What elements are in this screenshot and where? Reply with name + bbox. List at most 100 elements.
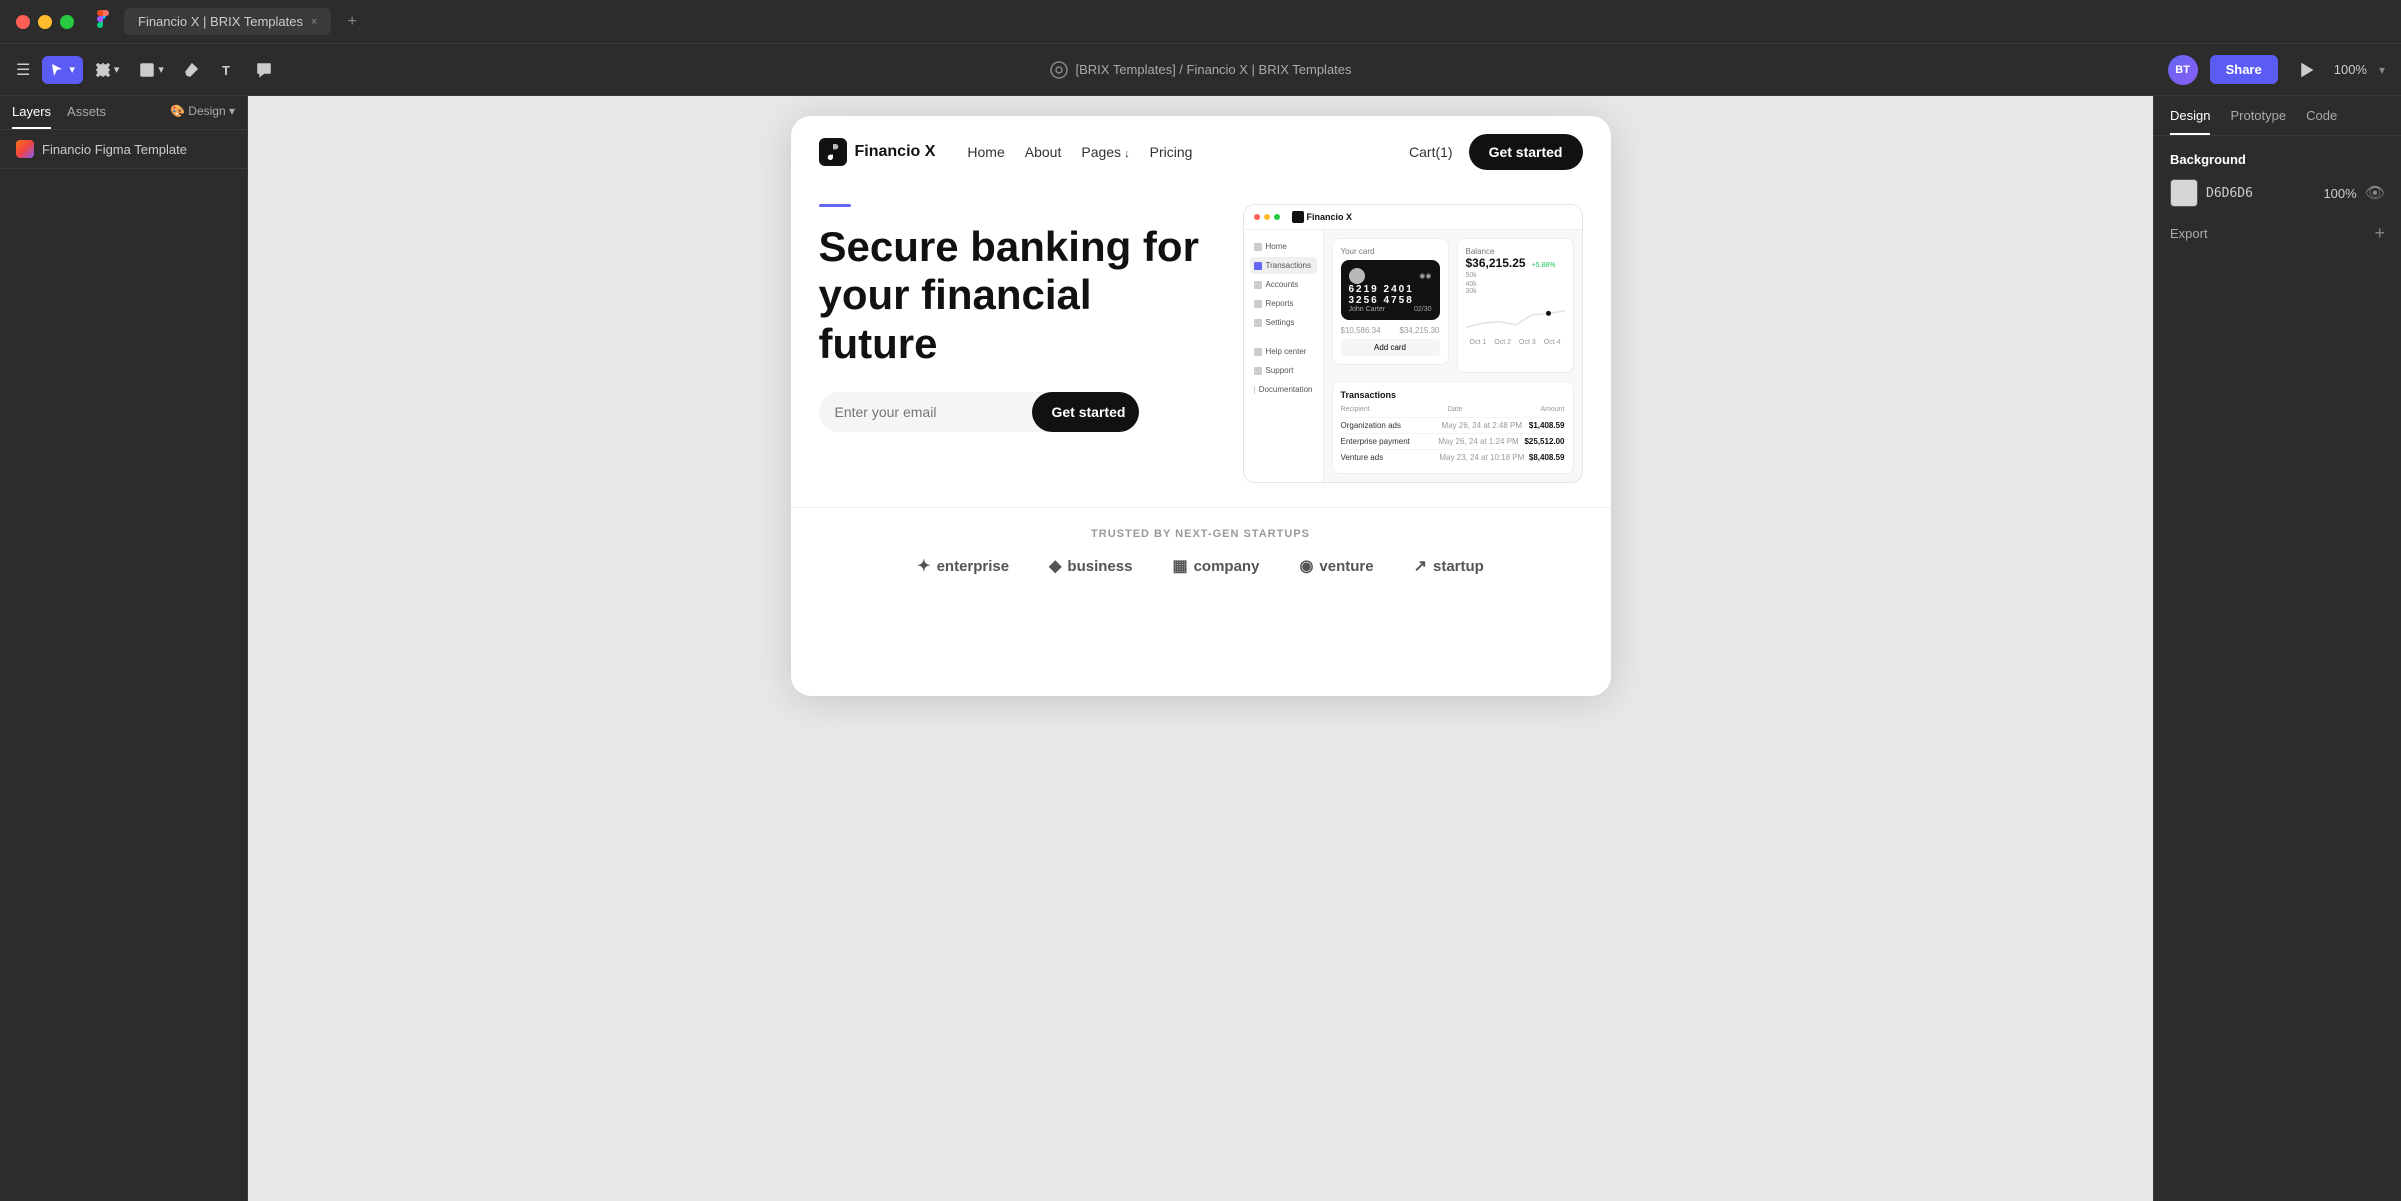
app-topbar: Financio X: [1244, 205, 1582, 230]
balance-widget: Balance $36,215.25 +5.88% 50k: [1457, 238, 1574, 373]
select-tool[interactable]: ▾: [42, 56, 83, 84]
brand-list: ✦ enterprise ◆ business ▦ company ◉ vent…: [819, 556, 1583, 576]
card-widget: Your card ◉◉ 6219 2401 3256 4758: [1332, 238, 1449, 365]
panel-divider: [0, 168, 247, 169]
brand-enterprise-label: enterprise: [937, 558, 1010, 575]
sidebar-item-support[interactable]: Support: [1250, 362, 1317, 379]
export-row: Export +: [2170, 223, 2385, 244]
sidebar-item-home[interactable]: Home: [1250, 238, 1317, 255]
reports-icon: [1254, 300, 1262, 308]
maximize-button[interactable]: [60, 15, 74, 29]
nav-about[interactable]: About: [1025, 144, 1062, 160]
settings-icon: [1254, 319, 1262, 327]
brand-venture: ◉ venture: [1299, 556, 1373, 576]
text-tool[interactable]: T: [212, 56, 244, 84]
pen-tool[interactable]: [176, 56, 208, 84]
hero-left: Secure banking for your financial future…: [819, 204, 1219, 432]
nav-logo-icon: [819, 138, 847, 166]
tx-date-3: May 23, 24 at 10:18 PM: [1435, 453, 1529, 462]
tx-row-3: Venture ads May 23, 24 at 10:18 PM $8,40…: [1341, 449, 1565, 465]
app-min-dot: [1264, 214, 1270, 220]
hero-cta-button[interactable]: Get started: [1032, 392, 1139, 432]
app-max-dot: [1274, 214, 1280, 220]
frame-nav: Financio X Home About Pages Pricing Cart…: [791, 116, 1611, 188]
brand-company: ▦ company: [1172, 556, 1259, 576]
chip-icon: [1349, 268, 1365, 284]
app-logo-text: Financio X: [1307, 212, 1353, 222]
balance-amount: $36,215.25: [1466, 256, 1526, 270]
hero-title: Secure banking for your financial future: [819, 223, 1219, 368]
card-name-row: John Carter 02/30: [1349, 306, 1432, 313]
tx-name-3: Venture ads: [1341, 453, 1435, 462]
sidebar-item-settings[interactable]: Settings: [1250, 314, 1317, 331]
sidebar-item-accounts[interactable]: Accounts: [1250, 276, 1317, 293]
business-icon: ◆: [1049, 556, 1061, 576]
layer-item[interactable]: Financio Figma Template: [0, 130, 247, 168]
color-swatch[interactable]: [2170, 179, 2198, 207]
color-opacity-value: 100%: [2323, 186, 2356, 201]
background-color-row: D6D6D6 100% 👁: [2170, 179, 2385, 207]
app-logo-icon: [1292, 211, 1304, 223]
sidebar-item-transactions[interactable]: Transactions: [1250, 257, 1317, 274]
layer-item-label: Financio Figma Template: [42, 142, 187, 157]
add-card-button[interactable]: Add card: [1341, 339, 1440, 356]
sidebar-item-docs[interactable]: Documentation: [1250, 381, 1317, 398]
balance-label: Balance: [1466, 247, 1565, 256]
sidebar-item-reports[interactable]: Reports: [1250, 295, 1317, 312]
share-button[interactable]: Share: [2210, 55, 2278, 84]
trusted-section: TRUSTED BY NEXT-GEN STARTUPS ✦ enterpris…: [791, 507, 1611, 596]
nav-cart[interactable]: Cart(1): [1409, 144, 1453, 160]
svg-text:T: T: [222, 63, 230, 78]
export-section: Export +: [2170, 223, 2385, 244]
tx-amount-3: $8,408.59: [1529, 453, 1565, 462]
card-amount-1: $10,586.34: [1341, 326, 1381, 335]
nav-pricing[interactable]: Pricing: [1150, 144, 1193, 160]
background-section-title: Background: [2170, 152, 2385, 167]
play-button[interactable]: [2290, 56, 2322, 84]
tab-assets[interactable]: Assets: [67, 104, 106, 129]
accounts-icon: [1254, 281, 1262, 289]
app-sidebar: Home Transactions Accounts: [1244, 230, 1324, 482]
titlebar: Financio X | BRIX Templates × +: [0, 0, 2401, 44]
panel-tabs: Layers Assets 🎨 Design ▾: [0, 96, 247, 130]
close-button[interactable]: [16, 15, 30, 29]
frame-tool[interactable]: ▾: [87, 56, 128, 84]
left-panel: Layers Assets 🎨 Design ▾ Financio Figma …: [0, 96, 248, 1201]
tab-prototype[interactable]: Prototype: [2230, 108, 2286, 135]
sidebar-item-help[interactable]: Help center: [1250, 343, 1317, 360]
avatar[interactable]: BT: [2168, 55, 2198, 85]
minimize-button[interactable]: [38, 15, 52, 29]
tab-code[interactable]: Code: [2306, 108, 2337, 135]
canvas: Financio X Home About Pages Pricing Cart…: [248, 96, 2153, 1201]
right-panel-content: Background D6D6D6 100% 👁 Export +: [2154, 136, 2401, 260]
comment-tool[interactable]: [248, 56, 280, 84]
brand-business-label: business: [1067, 558, 1132, 575]
tab-layers[interactable]: Layers: [12, 104, 51, 129]
tx-row-2: Enterprise payment May 26, 24 at 1:24 PM…: [1341, 433, 1565, 449]
new-tab-button[interactable]: +: [347, 13, 356, 31]
docs-icon: [1254, 386, 1255, 394]
nav-pages[interactable]: Pages: [1081, 144, 1129, 160]
card-number: 6219 2401 3256 4758: [1349, 284, 1432, 306]
zoom-chevron[interactable]: ▾: [2379, 63, 2385, 77]
enterprise-icon: ✦: [917, 556, 930, 576]
brand-startup: ↗ startup: [1414, 556, 1484, 576]
tab-close-icon[interactable]: ×: [311, 16, 317, 28]
zoom-level[interactable]: 100%: [2334, 62, 2367, 77]
visibility-icon[interactable]: 👁: [2365, 183, 2385, 203]
email-input[interactable]: [819, 392, 1032, 432]
nav-links: Home About Pages Pricing: [967, 144, 1192, 160]
nav-home[interactable]: Home: [967, 144, 1004, 160]
menu-icon[interactable]: ☰: [16, 60, 30, 80]
nav-cta-button[interactable]: Get started: [1469, 134, 1583, 170]
browser-tab[interactable]: Financio X | BRIX Templates ×: [124, 8, 331, 35]
design-tab-btn[interactable]: 🎨 Design ▾: [170, 104, 235, 129]
shape-tool[interactable]: ▾: [131, 56, 172, 84]
export-add-icon[interactable]: +: [2374, 223, 2385, 244]
tab-design[interactable]: Design: [2170, 108, 2210, 135]
main-layout: Layers Assets 🎨 Design ▾ Financio Figma …: [0, 96, 2401, 1201]
hero-cta: Get started: [819, 392, 1139, 432]
col-recipient: Recipient: [1341, 406, 1370, 413]
nav-logo: Financio X: [819, 138, 936, 166]
tx-row-1: Organization ads May 26, 24 at 2:48 PM $…: [1341, 417, 1565, 433]
